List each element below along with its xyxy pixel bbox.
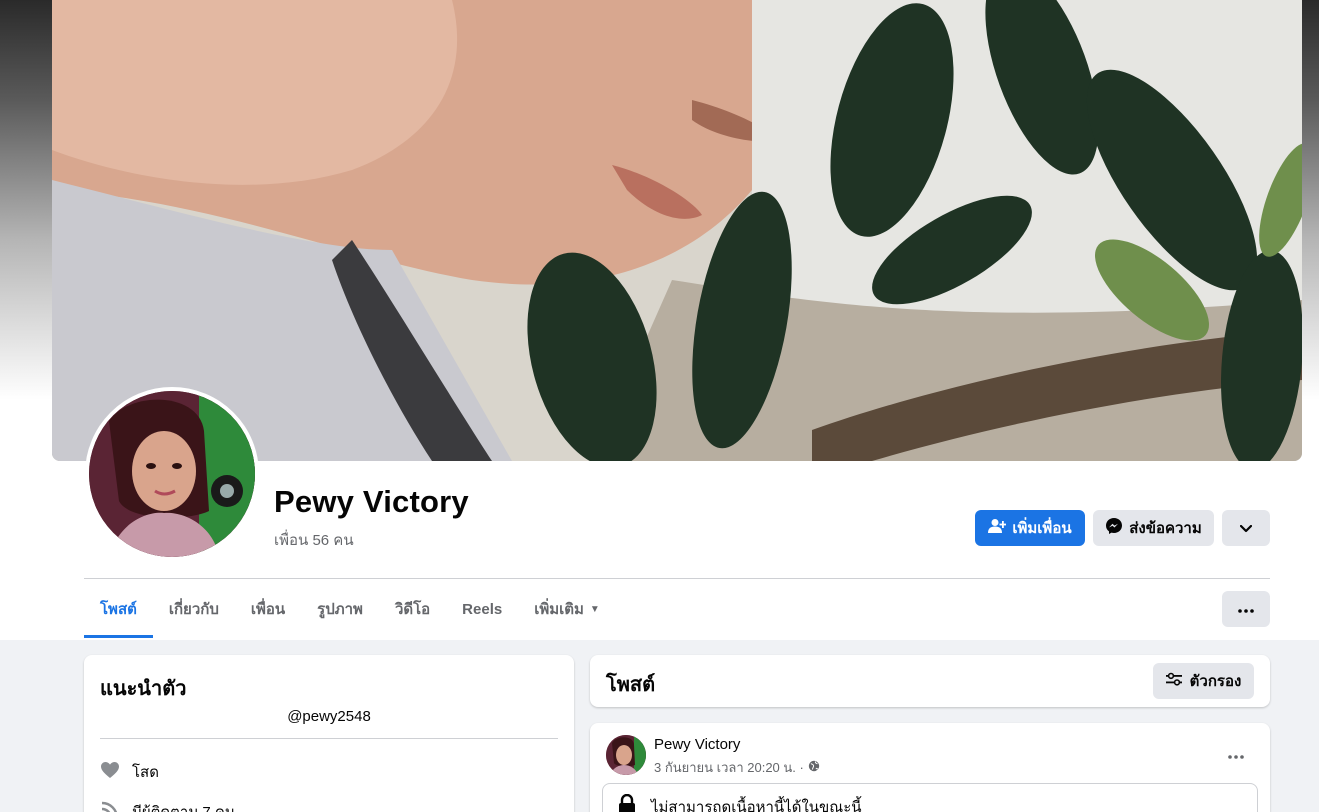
post-options-button[interactable] <box>1218 737 1254 773</box>
lock-icon <box>617 793 637 812</box>
tab-friends[interactable]: เพื่อน <box>235 580 301 638</box>
intro-title: แนะนำตัว <box>100 678 187 700</box>
header-divider <box>84 578 1270 579</box>
content-unavailable-box: ไม่สามารถดูเนื้อหานี้ได้ในขณะนี้ <box>602 783 1258 812</box>
more-horizontal-icon <box>1238 600 1254 618</box>
filter-sliders-icon <box>1165 672 1182 690</box>
tab-videos[interactable]: วิดีโอ <box>379 580 446 638</box>
more-horizontal-icon <box>1228 746 1244 764</box>
tab-reels[interactable]: Reels <box>446 580 518 638</box>
tab-posts[interactable]: โพสต์ <box>84 580 153 638</box>
add-friend-label: เพิ่มเพื่อน <box>1012 520 1072 537</box>
message-label: ส่งข้อความ <box>1129 520 1202 537</box>
tab-more[interactable]: เพิ่มเติม ▼ <box>518 580 616 638</box>
tab-about[interactable]: เกี่ยวกับ <box>153 580 235 638</box>
profile-avatar[interactable] <box>85 387 259 561</box>
messenger-icon <box>1105 517 1123 539</box>
message-button[interactable]: ส่งข้อความ <box>1093 510 1214 546</box>
add-friend-button[interactable]: เพิ่มเพื่อน <box>975 510 1085 546</box>
posts-title: โพสต์ <box>606 674 656 696</box>
profile-name: Pewy Victory <box>274 484 469 519</box>
tab-photos[interactable]: รูปภาพ <box>301 580 379 638</box>
profile-tabs: โพสต์ เกี่ยวกับ เพื่อน รูปภาพ วิดีโอ Ree… <box>84 580 616 638</box>
post-author-name[interactable]: Pewy Victory <box>654 736 740 753</box>
cover-photo[interactable] <box>52 0 1302 461</box>
post-author-avatar[interactable] <box>606 735 646 775</box>
post-card: Pewy Victory 3 กันยายน เวลา 20:20 น. · ไ… <box>590 723 1270 812</box>
intro-handle: @pewy2548 <box>287 708 371 725</box>
tabs-more-options-button[interactable] <box>1222 591 1270 627</box>
content-unavailable-text: ไม่สามารถดูเนื้อหานี้ได้ในขณะนี้ <box>651 799 862 812</box>
globe-icon <box>808 760 820 775</box>
intro-divider <box>100 738 558 739</box>
add-friend-icon <box>988 518 1007 538</box>
profile-dropdown-button[interactable] <box>1222 510 1270 546</box>
filter-button[interactable]: ตัวกรอง <box>1153 663 1254 699</box>
profile-header-area: Pewy Victory เพื่อน 56 คน เพิ่มเพื่อน ส่… <box>0 0 1319 640</box>
intro-card: แนะนำตัว @pewy2548 โสด มีผู้ติดตาม 7 คน <box>84 655 574 812</box>
relationship-status: โสด <box>100 760 159 784</box>
rss-feed-icon <box>100 800 120 812</box>
post-timestamp[interactable]: 3 กันยายน เวลา 20:20 น. · <box>654 757 804 778</box>
heart-icon <box>100 761 120 783</box>
chevron-down-icon <box>1239 520 1253 537</box>
friend-count[interactable]: เพื่อน 56 คน <box>274 528 354 552</box>
posts-header-card: โพสต์ ตัวกรอง <box>590 655 1270 707</box>
post-meta: 3 กันยายน เวลา 20:20 น. · <box>654 757 820 778</box>
caret-down-icon: ▼ <box>589 603 600 615</box>
followers-count[interactable]: มีผู้ติดตาม 7 คน <box>100 800 235 812</box>
